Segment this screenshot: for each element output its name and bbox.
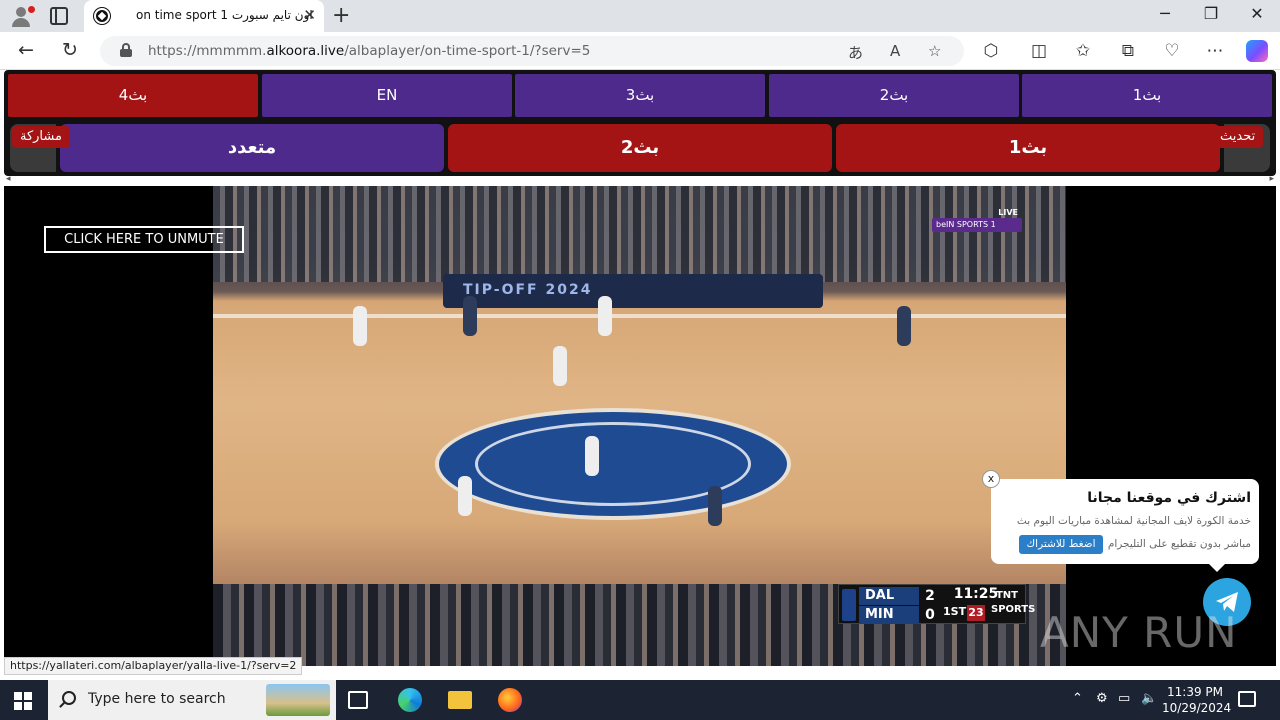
- server-button-4[interactable]: بث4: [8, 74, 258, 117]
- team2-name: MIN: [859, 606, 919, 624]
- refresh-label[interactable]: تحديث: [1212, 126, 1264, 148]
- translate-icon[interactable]: あ: [848, 42, 863, 63]
- back-button[interactable]: ←: [18, 39, 34, 61]
- search-icon: [62, 691, 76, 705]
- server-button-en[interactable]: EN: [262, 74, 512, 117]
- security-tray-icon[interactable]: ⚙: [1096, 691, 1108, 706]
- server-selector: بث4 EN بث3 بث2 بث1 متعدد بث2 بث1 مشاركة …: [4, 70, 1276, 176]
- split-screen-icon[interactable]: ◫: [1028, 41, 1050, 61]
- player-figure: [708, 486, 722, 526]
- more-menu-icon[interactable]: ⋯: [1204, 41, 1226, 61]
- tnt-sports-logo: TNT SPORTS: [991, 590, 1036, 615]
- popup-heading: اشترك في موقعنا مجانا: [1087, 490, 1251, 506]
- favorite-star-icon[interactable]: ☆: [928, 42, 941, 60]
- popup-text-line2: مباشر بدون تقطيع على التليجرام: [1107, 538, 1251, 550]
- stream-multi-button[interactable]: متعدد: [60, 124, 444, 172]
- player-figure: [598, 296, 612, 336]
- lock-icon[interactable]: [120, 43, 132, 57]
- close-tab-icon[interactable]: ✕: [303, 6, 316, 24]
- windows-taskbar: Type here to search ⌃ ⚙ ▭ 🔈 11:39 PM 10/…: [0, 680, 1280, 720]
- subscribe-button[interactable]: اضغط للاشتراك: [1019, 535, 1103, 554]
- player-figure: [585, 436, 599, 476]
- video-player[interactable]: TIP-OFF 2024 LIVE beIN SPORTS 1 DAL 2 MI…: [4, 186, 1276, 666]
- team2-score: 0: [925, 607, 935, 623]
- firefox-taskbar-icon[interactable]: [498, 688, 522, 712]
- close-window-icon[interactable]: ✕: [1234, 4, 1280, 23]
- quarter: 1ST: [943, 605, 967, 618]
- server-button-1[interactable]: بث1: [1022, 74, 1272, 117]
- team1-score: 2: [925, 588, 935, 604]
- address-toolbar: ← ↻ https://mmmmm.alkoora.live/albaplaye…: [0, 32, 1280, 70]
- clock-date: 10/29/2024: [1162, 701, 1232, 715]
- file-explorer-icon[interactable]: [448, 691, 472, 709]
- restore-icon[interactable]: ❐: [1188, 4, 1234, 23]
- edge-taskbar-icon[interactable]: [398, 688, 422, 712]
- popup-close-button[interactable]: x: [982, 470, 1000, 488]
- browser-tab-bar: on time sport 1 اون تايم سبورت ✕ + ─ ❐ ✕: [0, 0, 1280, 32]
- browser-tab[interactable]: on time sport 1 اون تايم سبورت ✕: [84, 0, 324, 32]
- player-figure: [463, 296, 477, 336]
- new-tab-button[interactable]: +: [332, 3, 350, 28]
- arena-banner: TIP-OFF 2024: [443, 274, 823, 308]
- team1-name: DAL: [859, 587, 919, 605]
- popup-text-line1: خدمة الكورة لايف المجانية لمشاهدة مباريا…: [1016, 515, 1251, 527]
- search-highlight-image[interactable]: [266, 684, 330, 716]
- taskbar-search[interactable]: Type here to search: [48, 680, 336, 720]
- crowd-background: [213, 186, 1066, 282]
- read-aloud-icon[interactable]: A: [890, 42, 900, 60]
- player-figure: [458, 476, 472, 516]
- bein-sports-logo: LIVE beIN SPORTS 1: [930, 208, 1022, 234]
- network-icon[interactable]: ▭: [1118, 691, 1130, 706]
- task-view-icon[interactable]: [348, 691, 368, 709]
- court-baseline: [213, 314, 1066, 318]
- tab-actions-icon[interactable]: [50, 7, 68, 25]
- search-placeholder: Type here to search: [88, 691, 226, 707]
- web-page: بث4 EN بث3 بث2 بث1 متعدد بث2 بث1 مشاركة …: [0, 70, 1280, 680]
- taskbar-clock[interactable]: 11:39 PM 10/29/2024: [1162, 684, 1232, 716]
- player-figure: [553, 346, 567, 386]
- notifications-icon[interactable]: [1238, 691, 1256, 707]
- anyrun-watermark: ANY RUN: [1040, 608, 1238, 657]
- subscribe-popup: اشترك في موقعنا مجانا خدمة الكورة لايف ا…: [991, 479, 1259, 572]
- browser-essentials-icon[interactable]: ♡: [1161, 41, 1183, 61]
- nba-logo-icon: [842, 589, 856, 621]
- copilot-icon[interactable]: [1246, 40, 1268, 62]
- unmute-button[interactable]: CLICK HERE TO UNMUTE: [44, 226, 244, 253]
- shot-clock: 23: [967, 605, 985, 621]
- server-button-2[interactable]: بث2: [769, 74, 1019, 117]
- video-frame[interactable]: TIP-OFF 2024 LIVE beIN SPORTS 1 DAL 2 MI…: [213, 186, 1066, 666]
- soccer-ball-icon: [94, 8, 110, 24]
- minimize-icon[interactable]: ─: [1142, 4, 1188, 23]
- tray-chevron-icon[interactable]: ⌃: [1072, 691, 1083, 706]
- player-figure: [897, 306, 911, 346]
- url-text[interactable]: https://mmmmm.alkoora.live/albaplayer/on…: [148, 43, 590, 59]
- player-figure: [353, 306, 367, 346]
- windows-start-icon[interactable]: [14, 692, 32, 710]
- server-button-3[interactable]: بث3: [515, 74, 765, 117]
- favorites-icon[interactable]: ✩: [1072, 41, 1094, 61]
- share-label[interactable]: مشاركة: [12, 126, 70, 148]
- extensions-icon[interactable]: ⬡: [980, 41, 1002, 61]
- stream-1-button[interactable]: بث1: [836, 124, 1220, 172]
- collections-icon[interactable]: ⧉: [1117, 41, 1139, 61]
- reload-button[interactable]: ↻: [62, 39, 78, 61]
- clock-time: 11:39 PM: [1167, 685, 1223, 699]
- address-bar[interactable]: https://mmmmm.alkoora.live/albaplayer/on…: [100, 36, 964, 66]
- stream-2-button[interactable]: بث2: [448, 124, 832, 172]
- volume-icon[interactable]: 🔈: [1141, 691, 1157, 706]
- profile-icon[interactable]: [8, 4, 36, 28]
- link-status-bar: https://yallateri.com/albaplayer/yalla-l…: [4, 657, 303, 675]
- scoreboard: DAL 2 MIN 0 11:25 1ST 23 TNT SPORTS: [838, 584, 1036, 624]
- horizontal-scrollbar[interactable]: ◂ ▸: [4, 174, 1276, 186]
- tab-title: on time sport 1 اون تايم سبورت: [136, 8, 313, 22]
